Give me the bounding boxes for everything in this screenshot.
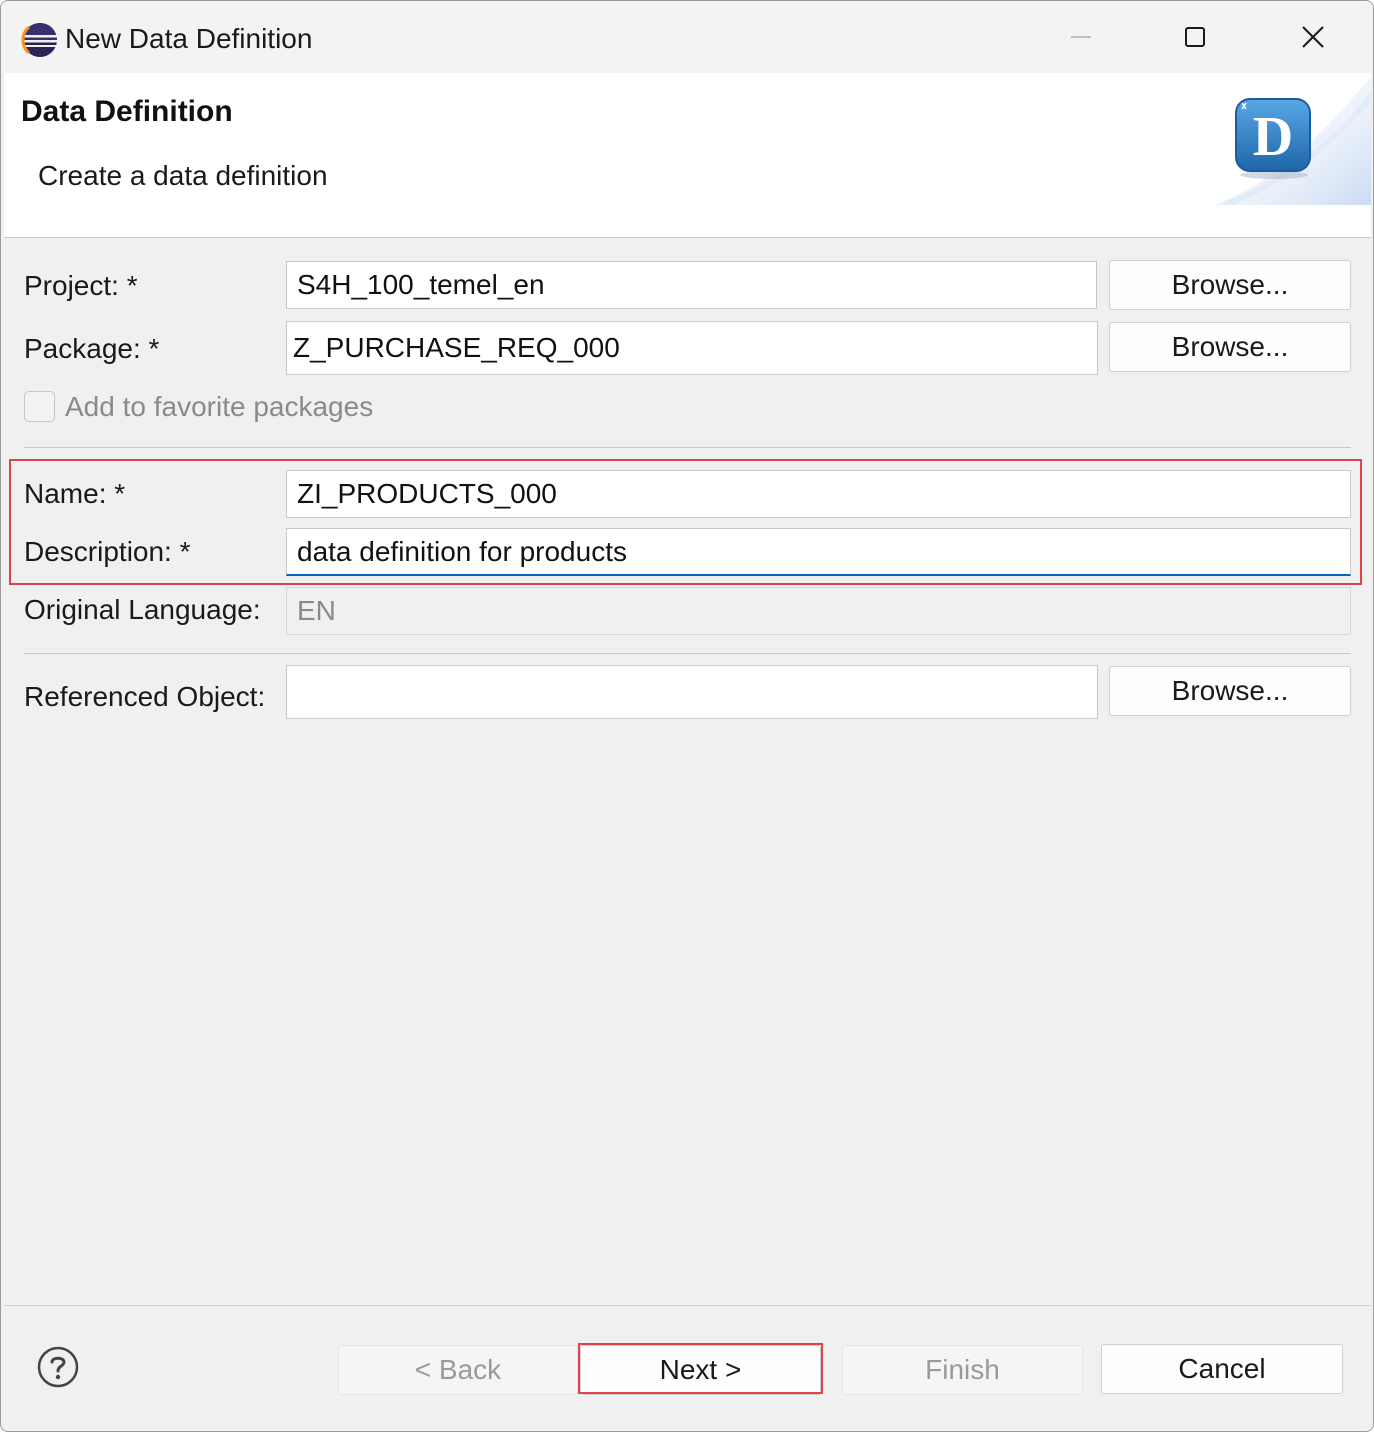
cancel-button[interactable]: Cancel xyxy=(1101,1344,1343,1394)
package-label: Package: * xyxy=(24,333,160,364)
package-input[interactable] xyxy=(286,321,1098,375)
maximize-button[interactable] xyxy=(1163,13,1227,61)
separator xyxy=(24,653,1351,654)
referenced-object-browse-button[interactable]: Browse... xyxy=(1109,666,1351,716)
favorite-checkbox[interactable] xyxy=(24,391,55,422)
logo-letter: D xyxy=(1253,106,1293,168)
separator xyxy=(24,447,1351,448)
original-language-input xyxy=(286,587,1351,635)
finish-button[interactable]: Finish xyxy=(842,1345,1083,1395)
window-title: New Data Definition xyxy=(65,23,313,54)
project-label: Project: * xyxy=(24,270,138,301)
referenced-object-label: Referenced Object: xyxy=(24,681,266,712)
name-input[interactable] xyxy=(286,470,1351,518)
back-button[interactable]: < Back xyxy=(338,1345,578,1395)
title-bar[interactable]: New Data Definition xyxy=(1,1,1373,73)
package-browse-button[interactable]: Browse... xyxy=(1109,322,1351,372)
new-data-definition-dialog: New Data Definition Data Definition Crea… xyxy=(0,0,1374,1432)
favorite-checkbox-label: Add to favorite packages xyxy=(65,391,374,422)
description-input[interactable] xyxy=(286,528,1351,576)
project-input[interactable] xyxy=(286,261,1097,309)
eclipse-icon xyxy=(21,23,57,57)
page-title: Data Definition xyxy=(21,95,233,128)
description-label: Description: * xyxy=(24,536,191,567)
page-description: Create a data definition xyxy=(38,160,328,191)
help-icon[interactable] xyxy=(37,1346,79,1388)
minimize-button[interactable] xyxy=(1049,13,1113,61)
next-button[interactable]: Next > xyxy=(580,1345,821,1395)
minimize-icon xyxy=(1071,36,1091,38)
project-browse-button[interactable]: Browse... xyxy=(1109,260,1351,310)
footer-separator xyxy=(4,1305,1371,1306)
data-definition-logo-icon: D xyxy=(1235,98,1311,179)
close-button[interactable] xyxy=(1281,13,1345,61)
original-language-label: Original Language: xyxy=(24,594,261,625)
close-icon xyxy=(1302,26,1324,48)
maximize-icon xyxy=(1185,27,1205,47)
name-label: Name: * xyxy=(24,478,126,509)
wizard-header: Data Definition Create a data definition xyxy=(4,73,1371,238)
referenced-object-input[interactable] xyxy=(286,665,1098,719)
